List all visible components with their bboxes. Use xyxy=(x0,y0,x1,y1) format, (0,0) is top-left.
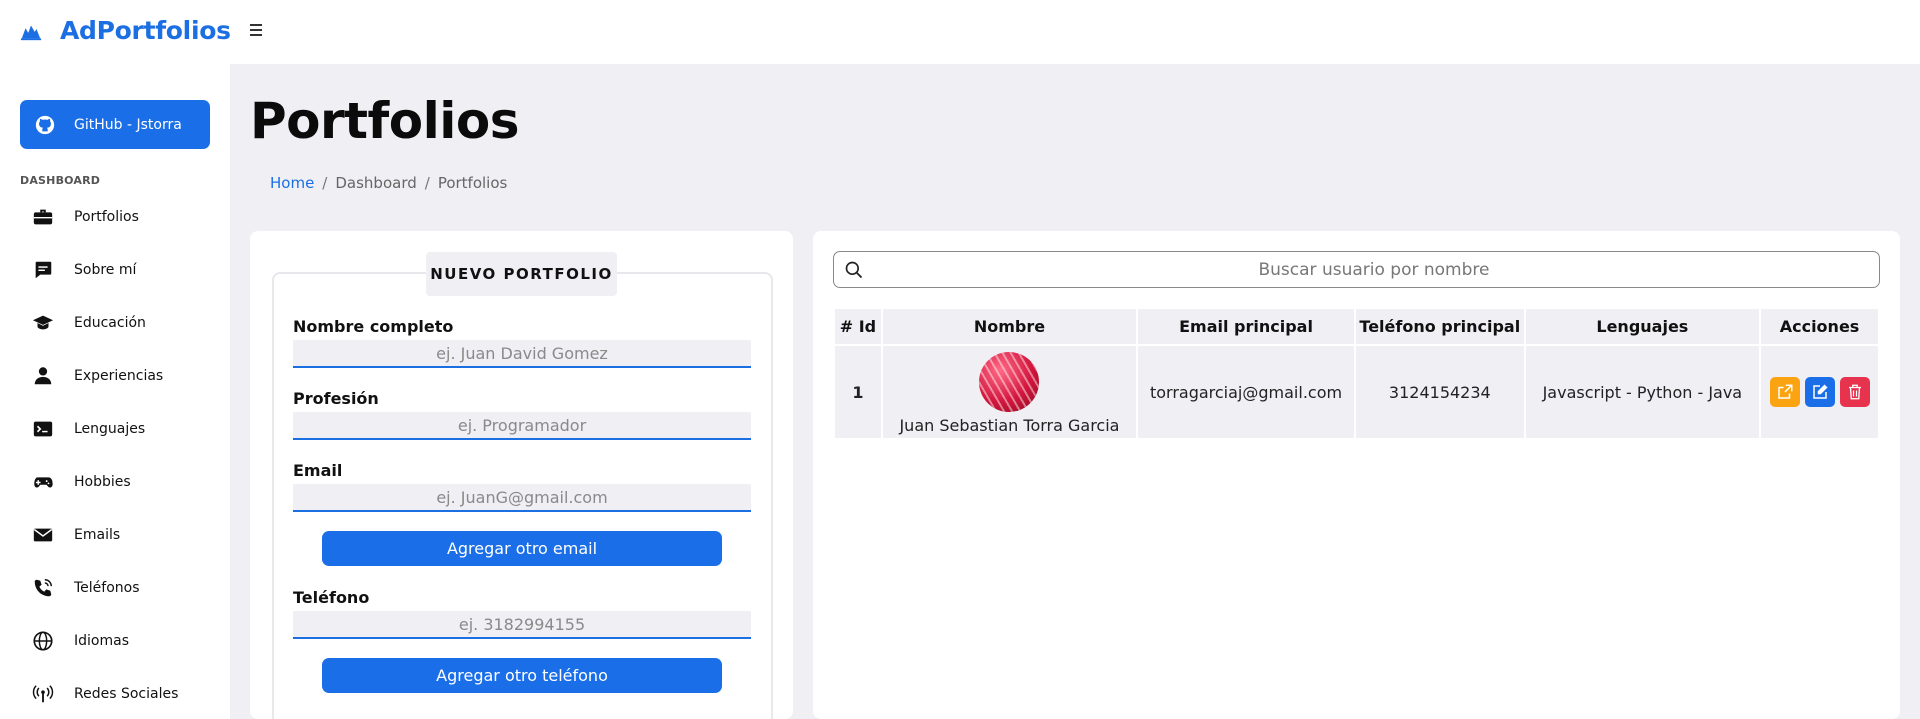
column-header-languages: Lenguajes xyxy=(1525,309,1760,344)
user-name: Juan Sebastian Torra Garcia xyxy=(899,415,1120,435)
graduation-cap-icon xyxy=(32,312,54,334)
message-icon xyxy=(32,259,54,281)
column-header-id: # Id xyxy=(835,309,881,344)
search-box xyxy=(833,251,1880,288)
full-name-input[interactable] xyxy=(293,340,751,368)
github-button[interactable]: GitHub - Jstorra xyxy=(20,100,210,149)
sidebar-item-telefonos[interactable]: Teléfonos xyxy=(0,561,230,614)
page-title: Portfolios xyxy=(250,92,520,150)
envelope-icon xyxy=(32,524,54,546)
breadcrumb-dashboard: Dashboard xyxy=(335,174,417,192)
breadcrumb: Home / Dashboard / Portfolios xyxy=(270,174,507,192)
cell-name: Juan Sebastian Torra Garcia xyxy=(882,346,1137,438)
sidebar-item-portfolios[interactable]: Portfolios xyxy=(0,190,230,243)
sidebar-item-sobre-mi[interactable]: Sobre mí xyxy=(0,243,230,296)
add-email-button[interactable]: Agregar otro email xyxy=(322,531,722,566)
table-header-row: # Id Nombre Email principal Teléfono pri… xyxy=(835,309,1878,344)
sidebar: GitHub - Jstorra DASHBOARD Portfolios So… xyxy=(0,64,230,719)
sidebar-item-hobbies[interactable]: Hobbies xyxy=(0,455,230,508)
column-header-actions: Acciones xyxy=(1761,309,1878,344)
briefcase-icon xyxy=(32,206,54,228)
email-label: Email xyxy=(293,461,343,480)
sidebar-item-label: Lenguajes xyxy=(74,420,146,437)
new-portfolio-card: NUEVO PORTFOLIO Nombre completo Profesió… xyxy=(250,231,793,719)
sidebar-item-label: Experiencias xyxy=(74,367,164,384)
external-link-icon xyxy=(1777,384,1793,399)
gamepad-icon xyxy=(32,471,54,493)
portfolios-table: # Id Nombre Email principal Teléfono pri… xyxy=(833,307,1880,440)
sidebar-item-label: Emails xyxy=(74,526,121,543)
breadcrumb-separator: / xyxy=(424,174,430,192)
profession-label: Profesión xyxy=(293,389,379,408)
sidebar-item-lenguajes[interactable]: Lenguajes xyxy=(0,402,230,455)
cell-email: torragarciaj@gmail.com xyxy=(1138,346,1354,438)
cell-languages: Javascript - Python - Java xyxy=(1525,346,1760,438)
sidebar-item-label: Redes Sociales xyxy=(74,685,179,702)
users-icon xyxy=(32,365,54,387)
sidebar-item-emails[interactable]: Emails xyxy=(0,508,230,561)
profession-input[interactable] xyxy=(293,412,751,440)
column-header-name: Nombre xyxy=(882,309,1137,344)
phone-input[interactable] xyxy=(293,611,751,639)
sidebar-item-label: Educación xyxy=(74,314,146,331)
sidebar-item-label: Portfolios xyxy=(74,208,139,225)
open-button[interactable] xyxy=(1769,377,1800,407)
sidebar-item-redes-sociales[interactable]: Redes Sociales xyxy=(0,667,230,719)
sidebar-item-label: Teléfonos xyxy=(74,579,140,596)
breadcrumb-separator: / xyxy=(322,174,328,192)
top-bar: AdPortfolios xyxy=(0,0,1920,64)
github-button-label: GitHub - Jstorra xyxy=(74,116,182,133)
column-header-phone: Teléfono principal xyxy=(1355,309,1524,344)
phone-icon xyxy=(32,577,54,599)
search-icon xyxy=(845,261,863,279)
column-header-email: Email principal xyxy=(1138,309,1354,344)
form-legend: NUEVO PORTFOLIO xyxy=(426,252,617,296)
add-phone-button[interactable]: Agregar otro teléfono xyxy=(322,658,722,693)
sidebar-item-label: Idiomas xyxy=(74,632,129,649)
github-icon xyxy=(35,115,55,134)
mountain-chart-icon xyxy=(20,25,42,40)
broadcast-icon xyxy=(32,683,54,705)
trash-icon xyxy=(1848,384,1861,400)
terminal-icon xyxy=(32,418,54,440)
search-input[interactable] xyxy=(874,253,1874,286)
sidebar-item-educacion[interactable]: Educación xyxy=(0,296,230,349)
portfolios-table-card: # Id Nombre Email principal Teléfono pri… xyxy=(813,231,1900,719)
breadcrumb-home[interactable]: Home xyxy=(270,174,314,192)
brand[interactable]: AdPortfolios xyxy=(20,16,231,45)
sidebar-menu: Portfolios Sobre mí Educación Experienci… xyxy=(0,190,230,719)
sidebar-item-label: Sobre mí xyxy=(74,261,137,278)
table-row: 1 Juan Sebastian Torra Garcia torragarci… xyxy=(835,346,1878,438)
sidebar-item-experiencias[interactable]: Experiencias xyxy=(0,349,230,402)
menu-toggle-icon[interactable] xyxy=(250,22,268,40)
cell-phone: 3124154234 xyxy=(1355,346,1524,438)
sidebar-item-idiomas[interactable]: Idiomas xyxy=(0,614,230,667)
avatar xyxy=(979,351,1040,412)
edit-icon xyxy=(1812,384,1828,399)
sidebar-item-label: Hobbies xyxy=(74,473,131,490)
brand-name: AdPortfolios xyxy=(60,16,231,45)
delete-button[interactable] xyxy=(1839,377,1870,407)
breadcrumb-current: Portfolios xyxy=(437,174,508,192)
full-name-label: Nombre completo xyxy=(293,317,454,336)
email-input[interactable] xyxy=(293,484,751,512)
edit-button[interactable] xyxy=(1804,377,1835,407)
phone-label: Teléfono xyxy=(293,588,370,607)
globe-icon xyxy=(32,630,54,652)
cell-id: 1 xyxy=(835,346,881,438)
cell-actions xyxy=(1761,346,1878,438)
sidebar-heading: DASHBOARD xyxy=(20,174,101,187)
